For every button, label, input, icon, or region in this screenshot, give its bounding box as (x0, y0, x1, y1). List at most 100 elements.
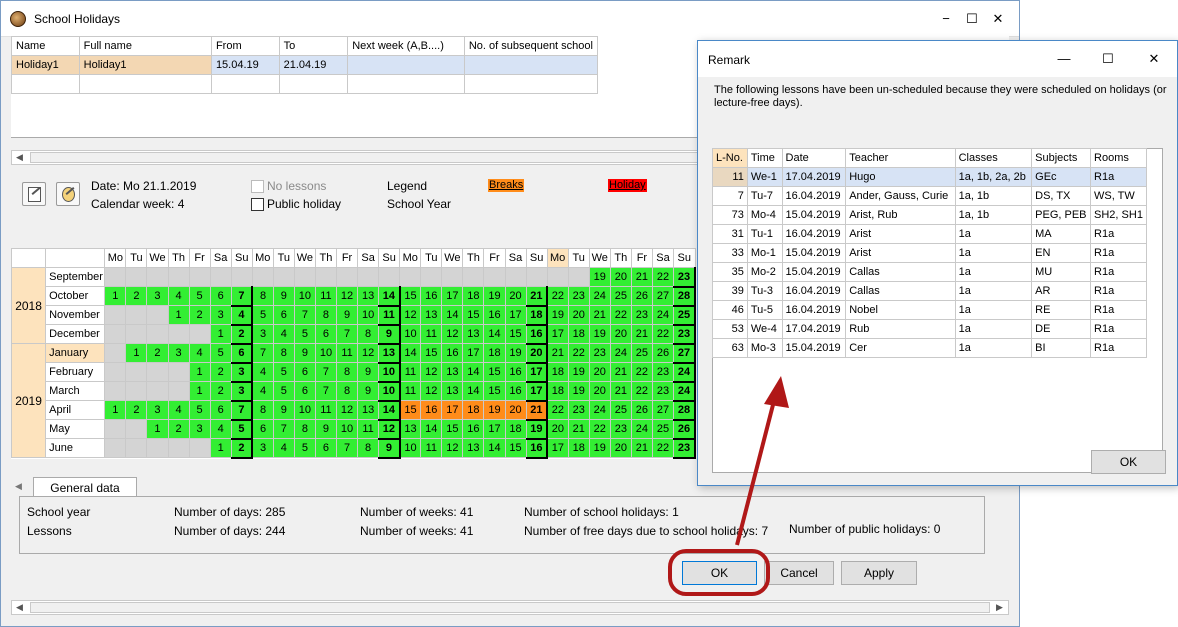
day-cell[interactable]: 4 (209, 419, 232, 439)
day-cell[interactable]: 22 (651, 267, 675, 287)
day-cell[interactable]: 4 (251, 381, 274, 401)
day-cell[interactable]: 8 (335, 381, 359, 401)
day-cell[interactable]: 20 (588, 362, 611, 382)
remark-cell[interactable]: MA (1031, 224, 1092, 244)
grid-cell[interactable] (78, 74, 212, 94)
remark-column-header[interactable]: Teacher (845, 148, 956, 168)
day-cell[interactable]: 11 (420, 438, 443, 458)
day-cell[interactable]: 7 (230, 400, 254, 421)
remark-cell[interactable]: 1a, 1b, 2a, 2b (954, 167, 1033, 187)
day-cell[interactable]: 16 (525, 324, 549, 345)
day-cell[interactable]: 9 (314, 419, 338, 439)
day-cell[interactable]: 19 (525, 419, 549, 440)
day-cell[interactable]: 18 (504, 419, 527, 439)
day-cell[interactable]: 2 (230, 438, 254, 459)
day-cell[interactable]: 20 (588, 381, 611, 401)
day-cell[interactable]: 14 (399, 343, 422, 363)
day-cell[interactable]: 19 (567, 362, 590, 382)
minimize-button[interactable]: − (936, 9, 956, 29)
remark-cell[interactable]: BI (1031, 338, 1092, 358)
day-cell[interactable]: 11 (378, 305, 401, 326)
day-cell[interactable]: 11 (399, 362, 422, 382)
day-cell[interactable]: 1 (104, 400, 127, 420)
day-cell[interactable]: 25 (673, 305, 696, 326)
day-cell[interactable]: 8 (335, 362, 359, 382)
day-cell[interactable]: 13 (441, 362, 464, 382)
remark-cell[interactable]: 16.04.2019 (781, 300, 847, 320)
day-cell[interactable]: 5 (272, 381, 295, 401)
remark-cell[interactable]: R1a (1090, 224, 1147, 244)
day-cell[interactable]: 17 (441, 400, 464, 420)
day-cell[interactable]: 23 (651, 362, 675, 382)
remark-cell[interactable]: We-4 (746, 319, 783, 339)
day-cell[interactable]: 18 (483, 343, 506, 363)
remark-cell[interactable]: Callas (845, 281, 956, 301)
bottom-horizontal-scrollbar[interactable]: ◀ ▶ (11, 600, 1009, 615)
remark-cell[interactable]: RE (1031, 300, 1092, 320)
grid-column-header[interactable]: Name (11, 36, 80, 56)
month-label[interactable]: April (45, 400, 106, 420)
day-cell[interactable]: 1 (209, 324, 232, 344)
day-cell[interactable]: 1 (209, 438, 232, 458)
day-cell[interactable]: 3 (251, 438, 274, 458)
day-cell[interactable]: 18 (525, 305, 549, 326)
day-cell[interactable]: 19 (546, 305, 569, 325)
day-cell[interactable]: 17 (546, 324, 569, 344)
grid-cell[interactable] (278, 74, 349, 94)
day-cell[interactable]: 22 (546, 286, 569, 306)
day-cell[interactable]: 9 (357, 362, 380, 382)
day-cell[interactable]: 2 (167, 419, 190, 439)
grid-column-header[interactable]: No. of subsequent school (463, 36, 599, 56)
day-cell[interactable]: 11 (399, 381, 422, 401)
day-cell[interactable]: 2 (125, 286, 148, 306)
day-cell[interactable]: 18 (546, 362, 569, 382)
day-cell[interactable]: 7 (272, 419, 295, 439)
maximize-button[interactable]: ☐ (962, 9, 982, 29)
day-cell[interactable]: 15 (399, 400, 422, 420)
day-cell[interactable]: 2 (230, 324, 254, 345)
day-cell[interactable]: 4 (272, 324, 295, 344)
day-cell[interactable]: 21 (525, 286, 549, 307)
remark-cell[interactable]: 46 (712, 300, 748, 320)
day-cell[interactable]: 6 (272, 305, 295, 325)
day-cell[interactable]: 23 (567, 286, 590, 306)
day-cell[interactable]: 14 (483, 438, 506, 458)
scroll-thumb[interactable] (30, 602, 990, 613)
remark-cell[interactable]: AR (1031, 281, 1092, 301)
day-cell[interactable]: 10 (335, 419, 359, 439)
day-cell[interactable]: 7 (314, 362, 338, 382)
day-cell[interactable]: 12 (441, 324, 464, 344)
day-cell[interactable]: 10 (399, 438, 422, 458)
remark-cell[interactable]: 1a (954, 281, 1033, 301)
day-cell[interactable]: 16 (525, 438, 549, 459)
day-cell[interactable]: 12 (441, 438, 464, 458)
scroll-right-icon[interactable]: ▶ (992, 601, 1007, 614)
day-cell[interactable]: 18 (567, 324, 590, 344)
remark-cell[interactable]: Hugo (845, 167, 956, 187)
remark-cell[interactable]: 1a (954, 338, 1033, 358)
day-cell[interactable]: 1 (125, 343, 148, 363)
day-cell[interactable]: 10 (293, 400, 316, 420)
day-cell[interactable]: 19 (588, 324, 611, 344)
grid-cell[interactable]: 15.04.19 (210, 55, 280, 75)
remark-cell[interactable]: R1a (1090, 167, 1147, 187)
remark-close-button[interactable]: ✕ (1144, 49, 1164, 69)
day-cell[interactable]: 12 (399, 305, 422, 325)
remark-cell[interactable]: EN (1031, 243, 1092, 263)
day-cell[interactable]: 21 (588, 305, 611, 325)
grid-cell[interactable]: Holiday1 (11, 55, 80, 75)
remark-minimize-button[interactable]: — (1054, 49, 1074, 69)
remark-cell[interactable]: Arist, Rub (845, 205, 956, 225)
day-cell[interactable]: 13 (357, 286, 380, 306)
day-cell[interactable]: 4 (272, 438, 295, 458)
day-cell[interactable]: 5 (272, 362, 295, 382)
day-cell[interactable]: 24 (588, 286, 611, 306)
day-cell[interactable]: 17 (483, 419, 506, 439)
day-cell[interactable]: 17 (441, 286, 464, 306)
month-label[interactable]: June (45, 438, 106, 458)
palette-button[interactable] (56, 182, 80, 206)
remark-cell[interactable]: 17.04.2019 (781, 167, 847, 187)
day-cell[interactable]: 20 (525, 343, 549, 364)
day-cell[interactable]: 27 (651, 400, 675, 420)
day-cell[interactable]: 19 (567, 381, 590, 401)
